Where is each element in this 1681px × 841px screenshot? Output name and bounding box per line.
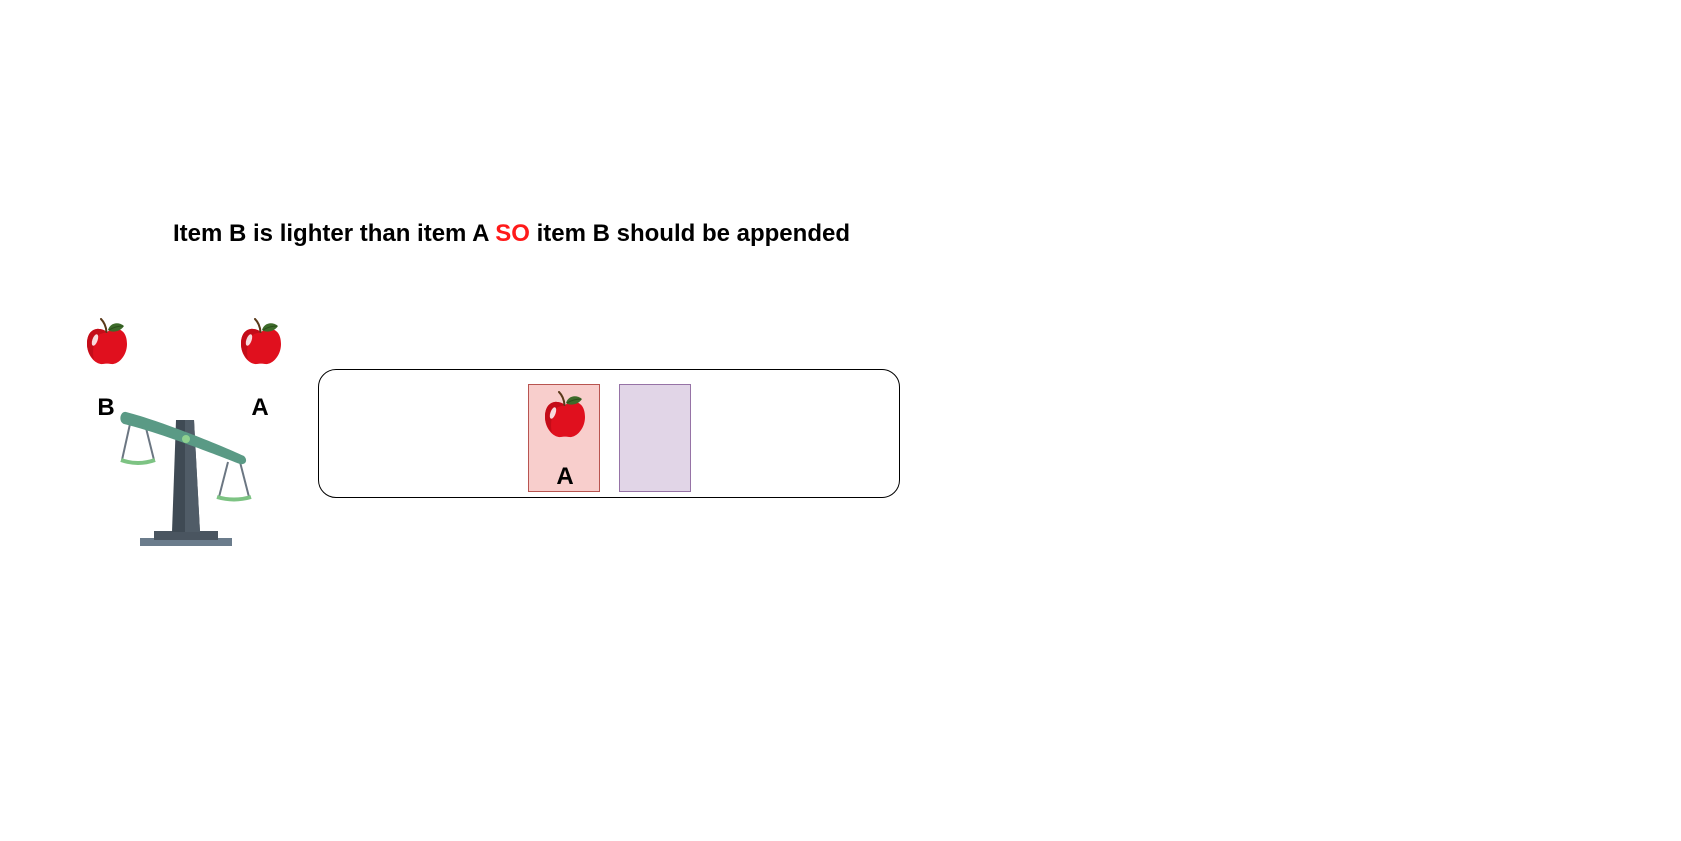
headline-part2: item B should be appended [529, 220, 850, 247]
list-container: A [318, 369, 900, 498]
headline-highlight: SO [495, 220, 530, 247]
apple-icon [542, 391, 588, 439]
headline: Item B is lighter than item A SO item B … [173, 220, 850, 248]
list-slot-a: A [528, 384, 600, 492]
list-slot-a-label: A [556, 463, 574, 490]
headline-part1: Item B is lighter than item A [173, 220, 496, 247]
balance-scale-icon [120, 411, 252, 546]
list-slot-empty [619, 384, 691, 492]
apple-icon [84, 318, 130, 366]
apple-icon [238, 318, 284, 366]
item-b-label: B [97, 394, 115, 421]
